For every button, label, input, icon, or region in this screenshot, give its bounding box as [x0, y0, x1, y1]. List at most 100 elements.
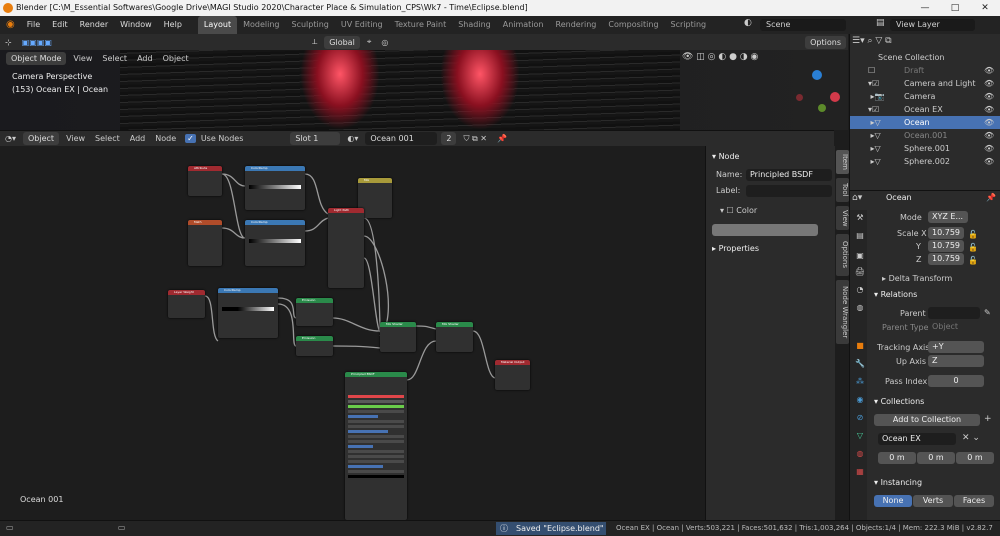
- instance-offset-y[interactable]: 0 m: [917, 452, 955, 464]
- menu-edit[interactable]: Edit: [46, 16, 74, 34]
- axis-z-icon[interactable]: [812, 70, 822, 80]
- vtab-item[interactable]: Item: [836, 150, 849, 174]
- outliner-header-icons[interactable]: ☰▾ ⌕ ▽ ⧉: [852, 36, 892, 46]
- collections-header[interactable]: ▾ Collections: [874, 395, 924, 408]
- snap-icon[interactable]: ⌖: [362, 37, 377, 47]
- instancing-header[interactable]: ▾ Instancing: [874, 476, 922, 489]
- node-section-header[interactable]: ▾ Node: [712, 150, 739, 163]
- material-tab-icon[interactable]: ◍: [854, 448, 866, 460]
- relations-header[interactable]: ▾ Relations: [874, 288, 917, 301]
- scale-lock-icons[interactable]: 🔓 🔓 🔓: [968, 228, 978, 267]
- node-color-swatch[interactable]: [712, 224, 818, 236]
- editor-type-icon[interactable]: ◔▾: [0, 134, 21, 143]
- rotation-mode-dropdown[interactable]: XYZ E...: [928, 211, 968, 223]
- viewport-shading-icons[interactable]: 👁 ◫ ◎ ◐ ● ◑ ◉: [682, 52, 812, 66]
- tab-layout[interactable]: Layout: [197, 16, 238, 34]
- node-editor-canvas[interactable]: Attribute ColorRamp Mix Math ColorRamp L…: [0, 146, 705, 520]
- pass-index-field[interactable]: 0: [928, 375, 984, 387]
- axis-neg-x-icon[interactable]: [796, 94, 803, 101]
- node-label-field[interactable]: [746, 185, 832, 197]
- scene-selector[interactable]: Scene: [760, 19, 846, 31]
- up-axis-dropdown[interactable]: Z: [928, 355, 984, 367]
- material-users-count[interactable]: 2: [441, 132, 457, 145]
- vtab-options[interactable]: Options: [836, 234, 849, 276]
- material-name-field[interactable]: Ocean 001: [365, 132, 438, 145]
- node-colorramp-3[interactable]: ColorRamp: [218, 288, 278, 338]
- view-layer-tab-icon[interactable]: ▤: [854, 230, 866, 242]
- shader-type-dropdown[interactable]: Object: [23, 132, 60, 145]
- scale-x-field[interactable]: 10.759: [928, 227, 964, 239]
- instancing-faces[interactable]: Faces: [954, 495, 994, 507]
- scale-y-field[interactable]: 10.759: [928, 240, 964, 252]
- close-button[interactable]: ✕: [970, 0, 1000, 16]
- tab-scripting[interactable]: Scripting: [665, 16, 713, 34]
- modifier-tab-icon[interactable]: 🔧: [854, 358, 866, 370]
- outliner-scene-collection[interactable]: Scene Collection: [850, 51, 1000, 64]
- physics-tab-icon[interactable]: ◉: [854, 394, 866, 406]
- vtab-view[interactable]: View: [836, 206, 849, 230]
- node-layer-weight[interactable]: Layer Weight: [168, 290, 205, 318]
- color-toggle[interactable]: ▾ ☐ Color: [720, 204, 757, 217]
- viewport-menu-select[interactable]: Select: [97, 54, 132, 63]
- remove-collection-icon[interactable]: ✕ ⌄: [962, 433, 980, 443]
- menu-file[interactable]: File: [21, 16, 46, 34]
- vtab-tool[interactable]: Tool: [836, 178, 849, 202]
- view-layer-selector[interactable]: View Layer: [890, 19, 975, 31]
- menu-window[interactable]: Window: [114, 16, 158, 34]
- instancing-verts[interactable]: Verts: [913, 495, 953, 507]
- viewport-menu-object[interactable]: Object: [158, 54, 194, 63]
- node-name-field[interactable]: Principled BSDF: [746, 169, 832, 181]
- minimize-button[interactable]: —: [910, 0, 940, 16]
- transform-orientation-dropdown[interactable]: Global: [324, 35, 360, 49]
- eyedropper-icon[interactable]: ✎: [984, 308, 991, 317]
- instancing-none[interactable]: None: [874, 495, 912, 507]
- node-material-output[interactable]: Material Output: [495, 360, 530, 390]
- properties-type-icon[interactable]: ⌂▾: [852, 193, 862, 203]
- fake-user-icon[interactable]: ⛉ ⧉ ✕: [458, 134, 492, 144]
- node-menu-add[interactable]: Add: [125, 134, 151, 143]
- constraints-tab-icon[interactable]: ⊘: [854, 412, 866, 424]
- axis-y-icon[interactable]: [818, 104, 826, 112]
- node-attribute[interactable]: Attribute: [188, 166, 222, 196]
- world-tab-icon[interactable]: ◍: [854, 302, 866, 314]
- scene-tab-icon[interactable]: ◔: [854, 284, 866, 296]
- slot-dropdown[interactable]: Slot 1: [290, 132, 341, 145]
- scale-z-field[interactable]: 10.759: [928, 253, 964, 265]
- axis-x-icon[interactable]: [830, 92, 840, 102]
- node-emission-2[interactable]: Emission: [296, 336, 333, 356]
- mode-dropdown[interactable]: Object Mode: [6, 51, 67, 65]
- instance-offset-x[interactable]: 0 m: [878, 452, 916, 464]
- pin-icon[interactable]: 📌: [492, 134, 512, 143]
- tracking-axis-dropdown[interactable]: +Y: [928, 341, 984, 353]
- select-mode-icon[interactable]: ▣▣▣▣: [17, 38, 57, 47]
- texture-tab-icon[interactable]: ▦: [854, 466, 866, 478]
- tool-tab-icon[interactable]: ⚒: [854, 212, 866, 224]
- tab-animation[interactable]: Animation: [497, 16, 550, 34]
- proportional-edit-icon[interactable]: ◎: [376, 38, 393, 47]
- material-browse-icon[interactable]: ◐▾: [342, 134, 363, 143]
- parent-type-dropdown[interactable]: Object: [928, 321, 980, 333]
- tab-shading[interactable]: Shading: [452, 16, 497, 34]
- navigation-gizmo[interactable]: [796, 68, 846, 128]
- add-collection-plus-icon[interactable]: +: [984, 414, 992, 424]
- node-colorramp-2[interactable]: ColorRamp: [245, 220, 305, 266]
- tab-uv-editing[interactable]: UV Editing: [335, 16, 389, 34]
- tab-texture-paint[interactable]: Texture Paint: [389, 16, 453, 34]
- delta-transform-header[interactable]: ▸ Delta Transform: [882, 272, 952, 285]
- instance-offset-z[interactable]: 0 m: [956, 452, 994, 464]
- menu-render[interactable]: Render: [74, 16, 114, 34]
- tab-modeling[interactable]: Modeling: [237, 16, 285, 34]
- collection-name-field[interactable]: Ocean EX: [878, 433, 956, 445]
- properties-pin-icon[interactable]: 📌: [986, 193, 996, 202]
- output-tab-icon[interactable]: 🖨: [854, 266, 866, 278]
- menu-help[interactable]: Help: [158, 16, 188, 34]
- transform-pivot-icon[interactable]: ⊹: [0, 38, 17, 47]
- parent-field[interactable]: [928, 307, 980, 319]
- viewport-menu-view[interactable]: View: [68, 54, 97, 63]
- node-mix-shader-2[interactable]: Mix Shader: [436, 322, 473, 352]
- node-emission-1[interactable]: Emission: [296, 298, 333, 326]
- vtab-node-wrangler[interactable]: Node Wrangler: [836, 280, 849, 344]
- tab-rendering[interactable]: Rendering: [550, 16, 603, 34]
- node-colorramp-1[interactable]: ColorRamp: [245, 166, 305, 210]
- tab-sculpting[interactable]: Sculpting: [286, 16, 335, 34]
